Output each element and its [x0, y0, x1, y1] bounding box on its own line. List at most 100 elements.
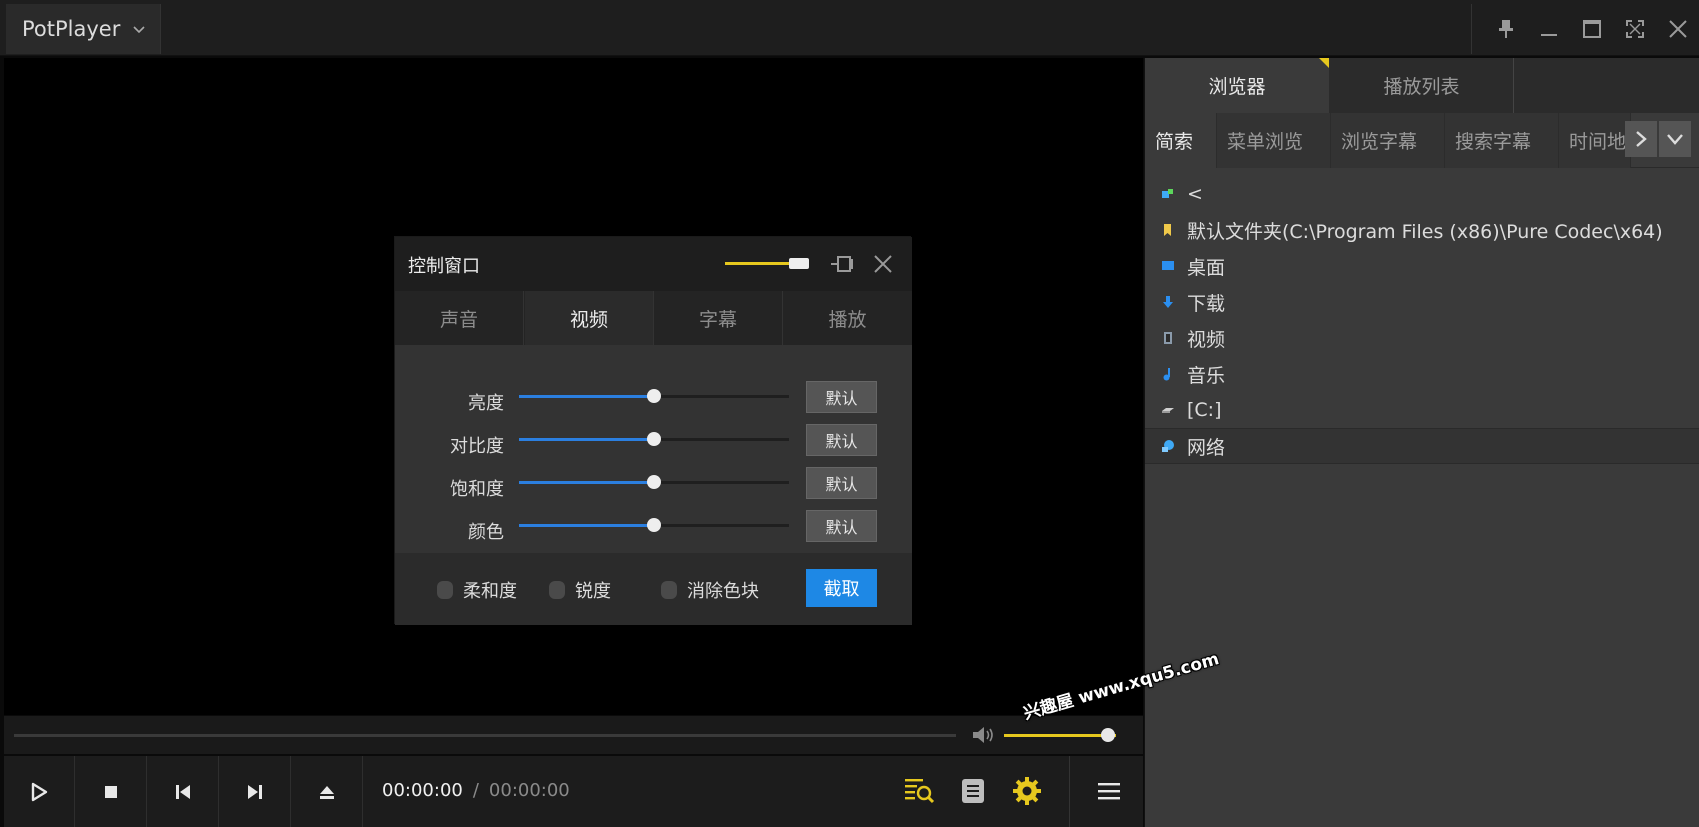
slider-thumb[interactable]	[647, 432, 661, 446]
saturation-default-button[interactable]: 默认	[806, 467, 877, 499]
volume-slider-thumb[interactable]	[1101, 728, 1116, 742]
fullscreen-icon	[1625, 20, 1644, 38]
tab-playback[interactable]: 播放	[783, 291, 912, 345]
tab-playlist[interactable]: 播放列表	[1330, 58, 1514, 113]
app-menu-button[interactable]: PotPlayer	[6, 4, 160, 54]
list-item-drive-c[interactable]: [C:]	[1145, 392, 1699, 428]
tab-video[interactable]: 视频	[525, 291, 654, 345]
chevron-down-icon	[1667, 134, 1683, 145]
subtab-quick-search[interactable]: 简索	[1145, 113, 1217, 168]
list-item-up[interactable]: <	[1145, 176, 1699, 212]
slider-thumb[interactable]	[647, 518, 661, 532]
playlist-button[interactable]	[950, 768, 996, 814]
pin-button[interactable]	[1484, 4, 1527, 54]
tab-audio[interactable]: 声音	[395, 291, 524, 345]
control-window-dialog: 控制窗口 声音 视频 字幕 播放 亮度 默认 对比度 默认 饱和度 默认 颜色	[394, 236, 912, 625]
subtab-timeline[interactable]: 时间地	[1559, 113, 1631, 168]
eject-button[interactable]	[292, 756, 363, 827]
list-item-videos[interactable]: 视频	[1145, 320, 1699, 356]
capture-button[interactable]: 截取	[806, 569, 877, 607]
close-icon	[1668, 20, 1687, 38]
pin-icon[interactable]	[829, 251, 855, 277]
minimize-button[interactable]	[1527, 4, 1570, 54]
tab-browser[interactable]: 浏览器	[1145, 58, 1329, 113]
sharpness-label: 锐度	[575, 581, 611, 602]
subtab-dropdown-button[interactable]	[1659, 121, 1691, 157]
deblock-checkbox[interactable]: 消除色块	[661, 577, 759, 603]
volume-slider[interactable]	[1004, 734, 1116, 737]
time-current: 00:00:00	[382, 780, 463, 801]
playlist-search-icon	[905, 779, 935, 804]
list-item-music[interactable]: 音乐	[1145, 356, 1699, 392]
pin-icon	[1498, 20, 1513, 38]
next-icon	[248, 784, 262, 799]
contrast-default-button[interactable]: 默认	[806, 424, 877, 456]
list-item-downloads[interactable]: 下载	[1145, 284, 1699, 320]
hue-label: 颜色	[468, 522, 504, 543]
volume-icon[interactable]	[970, 723, 996, 747]
side-panel: 浏览器 播放列表 简索 菜单浏览 浏览字幕 搜索字幕 时间地 < 默认文件夹(C…	[1144, 58, 1699, 827]
list-item-label: <	[1187, 183, 1203, 205]
seek-bar[interactable]	[14, 734, 956, 737]
list-item-default-folder[interactable]: 默认文件夹(C:\Program Files (x86)\Pure Codec\…	[1145, 212, 1699, 248]
main-menu-button[interactable]	[1086, 768, 1132, 814]
contrast-slider[interactable]	[519, 432, 789, 446]
fullscreen-button[interactable]	[1613, 4, 1656, 54]
checkbox-box[interactable]	[549, 581, 565, 599]
play-button[interactable]	[4, 756, 75, 827]
saturation-slider[interactable]	[519, 475, 789, 489]
music-icon	[1161, 367, 1175, 381]
brightness-slider[interactable]	[519, 389, 789, 403]
maximize-button[interactable]	[1570, 4, 1613, 54]
list-item-label: 默认文件夹(C:\Program Files (x86)\Pure Codec\…	[1187, 220, 1663, 243]
slider-thumb[interactable]	[647, 475, 661, 489]
close-button[interactable]	[1656, 4, 1699, 54]
previous-button[interactable]	[148, 756, 219, 827]
playlist-search-button[interactable]	[897, 768, 943, 814]
video-adjust-panel: 亮度 默认 对比度 默认 饱和度 默认 颜色 默认	[395, 345, 912, 553]
list-item-network[interactable]: 网络	[1145, 428, 1699, 464]
video-icon	[1161, 331, 1175, 345]
subtab-menu-browse[interactable]: 菜单浏览	[1217, 113, 1331, 168]
hue-default-button[interactable]: 默认	[806, 510, 877, 542]
subtab-search-subtitles[interactable]: 搜索字幕	[1445, 113, 1559, 168]
softness-checkbox[interactable]: 柔和度	[437, 577, 517, 603]
menu-divider	[1069, 756, 1070, 827]
panel-subtabs: 简索 菜单浏览 浏览字幕 搜索字幕 时间地	[1145, 113, 1699, 168]
subtab-browse-subtitles[interactable]: 浏览字幕	[1331, 113, 1445, 168]
document-icon	[962, 779, 984, 803]
saturation-row: 饱和度 默认	[395, 467, 912, 503]
tab-corner-marker	[1319, 58, 1329, 68]
title-bar: PotPlayer	[0, 0, 1699, 56]
list-item-desktop[interactable]: 桌面	[1145, 248, 1699, 284]
slider-fill	[519, 438, 654, 441]
slider-thumb[interactable]	[647, 389, 661, 403]
settings-button[interactable]	[1004, 768, 1050, 814]
control-bar: 00:00:00 / 00:00:00	[4, 756, 1143, 827]
maximize-icon	[1582, 20, 1601, 38]
contrast-label: 对比度	[450, 436, 504, 457]
hue-row: 颜色 默认	[395, 510, 912, 546]
stop-button[interactable]	[76, 756, 147, 827]
tab-subtitle[interactable]: 字幕	[654, 291, 783, 345]
checkbox-box[interactable]	[437, 581, 453, 599]
stop-icon	[105, 785, 117, 798]
brightness-default-button[interactable]: 默认	[806, 381, 877, 413]
next-button[interactable]	[220, 756, 291, 827]
dialog-footer: 柔和度 锐度 消除色块 截取	[395, 553, 912, 625]
previous-icon	[176, 784, 190, 799]
hue-slider[interactable]	[519, 518, 789, 532]
gear-icon	[1013, 777, 1041, 805]
time-separator: /	[472, 780, 479, 801]
seek-row	[4, 716, 1143, 754]
list-item-label: [C:]	[1187, 399, 1222, 421]
sharpness-checkbox[interactable]: 锐度	[549, 577, 611, 603]
checkbox-box[interactable]	[661, 581, 677, 599]
subtab-next-button[interactable]	[1625, 121, 1657, 157]
brightness-row: 亮度 默认	[395, 381, 912, 417]
dialog-opacity-thumb[interactable]	[789, 258, 809, 269]
saturation-label: 饱和度	[450, 479, 504, 500]
panel-tabs: 浏览器 播放列表	[1145, 58, 1699, 113]
close-icon[interactable]	[870, 251, 896, 277]
slider-fill	[519, 524, 654, 527]
